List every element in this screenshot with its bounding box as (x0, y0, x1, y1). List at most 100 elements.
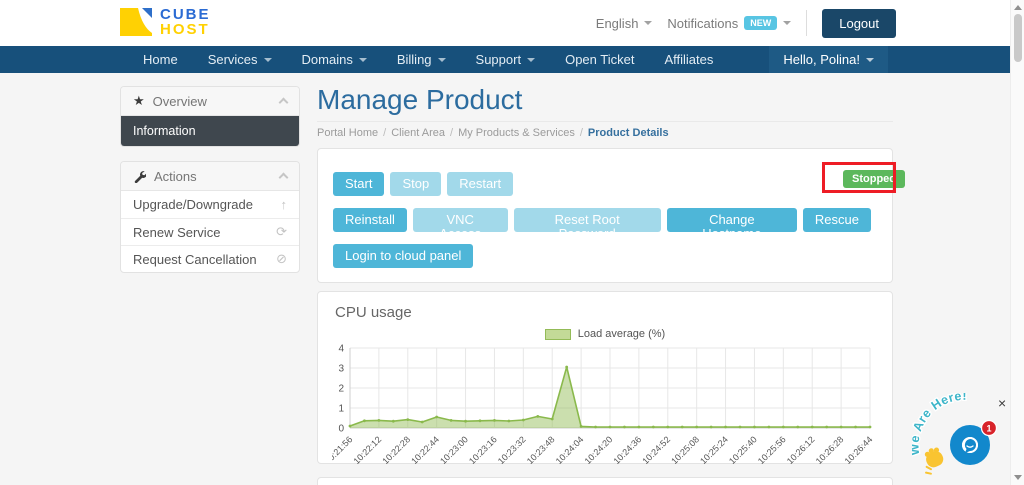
nav-item-domains[interactable]: Domains (287, 46, 382, 73)
nav-item-open-ticket[interactable]: Open Ticket (550, 46, 649, 73)
restart-button[interactable]: Restart (447, 172, 513, 196)
svg-text:10:22:28: 10:22:28 (380, 434, 412, 464)
svg-text:10:25:56: 10:25:56 (756, 434, 788, 464)
cubehost-logo[interactable]: CUBE HOST (118, 6, 211, 38)
sidebar-item-upgrade-downgrade[interactable]: Upgrade/Downgrade ↑ (121, 191, 299, 218)
logo-text: CUBE HOST (160, 7, 211, 37)
title-divider (317, 121, 893, 122)
svg-text:10:25:24: 10:25:24 (698, 434, 730, 464)
wrench-icon (133, 170, 146, 183)
notifications-dropdown[interactable]: Notifications NEW (667, 16, 791, 31)
language-dropdown[interactable]: English (596, 16, 653, 31)
new-badge: NEW (744, 16, 777, 30)
vertical-scrollbar[interactable] (1010, 0, 1024, 485)
logout-button[interactable]: Logout (822, 9, 896, 38)
svg-text:10:26:12: 10:26:12 (785, 434, 817, 464)
reset-root-password-button[interactable]: Reset Root Password (514, 208, 661, 232)
action-label: Upgrade/Downgrade (133, 197, 253, 212)
notifications-label: Notifications (667, 16, 738, 31)
logo-word-cube: CUBE (160, 7, 211, 22)
svg-text:2: 2 (338, 384, 344, 395)
svg-text:10:26:28: 10:26:28 (814, 434, 846, 464)
breadcrumb: Portal Home/Client Area/My Products & Se… (317, 127, 669, 139)
chevron-down-icon (866, 58, 874, 62)
header-right-controls: English Notifications NEW Logout (596, 0, 896, 46)
svg-text:10:23:16: 10:23:16 (467, 434, 499, 464)
chevron-down-icon (359, 58, 367, 62)
action-items: Upgrade/Downgrade ↑ Renew Service⟳Request … (121, 191, 299, 272)
chat-close-icon[interactable]: × (998, 396, 1006, 410)
star-icon: ★ (133, 93, 145, 109)
nav-item-billing[interactable]: Billing (382, 46, 461, 73)
svg-text:10:23:48: 10:23:48 (525, 434, 557, 464)
product-controls-panel: StartStopRestart ReinstallVNC AccessReset… (317, 148, 893, 283)
chevron-down-icon (644, 21, 652, 25)
user-greeting-dropdown[interactable]: Hello, Polina! (769, 46, 888, 73)
actions-title: Actions (154, 169, 197, 184)
rescue-button[interactable]: Rescue (803, 208, 871, 232)
overview-panel: ★ Overview Information (120, 86, 300, 147)
svg-text:10:24:36: 10:24:36 (611, 434, 643, 464)
action-label: Renew Service (133, 225, 220, 240)
start-button[interactable]: Start (333, 172, 384, 196)
cpu-usage-title: CPU usage (335, 304, 412, 321)
sidebar-item-renew-service[interactable]: Renew Service⟳ (121, 218, 299, 245)
stop-button[interactable]: Stop (390, 172, 441, 196)
chat-bubble-icon (956, 431, 984, 459)
breadcrumb-product-details: Product Details (588, 127, 669, 139)
change-hostname-button[interactable]: Change Hostname (667, 208, 797, 232)
svg-text:10:25:08: 10:25:08 (669, 434, 701, 464)
actions-panel-header[interactable]: Actions (121, 162, 299, 191)
svg-text:10:26:44: 10:26:44 (843, 434, 875, 464)
overview-panel-header[interactable]: ★ Overview (121, 87, 299, 116)
svg-text:10:25:40: 10:25:40 (727, 434, 759, 464)
svg-text:10:24:20: 10:24:20 (583, 434, 615, 464)
breadcrumb-portal-home[interactable]: Portal Home (317, 127, 378, 139)
vnc-access-button[interactable]: VNC Access (413, 208, 508, 232)
svg-text:0: 0 (338, 424, 344, 435)
nav-item-support[interactable]: Support (461, 46, 551, 73)
chevron-down-icon (438, 58, 446, 62)
breadcrumb-separator: / (450, 127, 453, 139)
overview-title: Overview (153, 94, 207, 109)
greeting-label: Hello, Polina! (783, 52, 860, 67)
button-row: Login to cloud panel (333, 244, 877, 268)
sidebar: ★ Overview Information Actions Upgrade/D… (120, 86, 300, 287)
svg-text:10:24:52: 10:24:52 (640, 434, 672, 464)
top-header: CUBE HOST English Notifications NEW Logo… (0, 0, 1024, 46)
breadcrumb-my-products-services[interactable]: My Products & Services (458, 127, 575, 139)
live-chat-widget[interactable]: 1 We Are Here! × (912, 393, 1012, 481)
svg-text:10:23:00: 10:23:00 (438, 434, 470, 464)
main-navbar: HomeServicesDomainsBillingSupportOpen Ti… (0, 46, 1024, 73)
nav-item-services[interactable]: Services (193, 46, 287, 73)
nav-item-affiliates[interactable]: Affiliates (649, 46, 728, 73)
legend-swatch-icon (545, 329, 571, 340)
ban-icon: ⊘ (276, 251, 287, 267)
sidebar-item-request-cancellation[interactable]: Request Cancellation⊘ (121, 245, 299, 272)
chevron-down-icon (264, 58, 272, 62)
page-title: Manage Product (317, 84, 522, 116)
nav-item-home[interactable]: Home (128, 46, 193, 73)
scrollbar-thumb[interactable] (1014, 14, 1022, 62)
sidebar-item-information[interactable]: Information (121, 116, 299, 146)
button-row: StartStopRestart (333, 172, 877, 196)
chevron-down-icon (527, 58, 535, 62)
chat-notification-badge: 1 (982, 421, 997, 436)
reinstall-button[interactable]: Reinstall (333, 208, 407, 232)
nav-items: HomeServicesDomainsBillingSupportOpen Ti… (128, 46, 728, 73)
next-panel-partial (317, 477, 893, 485)
breadcrumb-client-area[interactable]: Client Area (391, 127, 445, 139)
logo-word-host: HOST (160, 22, 211, 37)
chat-widget-graphic: 1 We Are Here! (912, 393, 1012, 481)
chart-legend: Load average (%) (318, 328, 892, 340)
arrow-up-icon: ↑ (281, 197, 288, 212)
scrollbar-down-arrow-icon[interactable] (1014, 475, 1022, 480)
waving-hand-icon (918, 445, 948, 475)
control-button-rows: StartStopRestart ReinstallVNC AccessReset… (333, 172, 877, 268)
login-to-cloud-panel-button[interactable]: Login to cloud panel (333, 244, 473, 268)
cpu-usage-panel: CPU usage Load average (%) 0123410:21:56… (317, 291, 893, 464)
svg-text:10:22:44: 10:22:44 (409, 434, 441, 464)
svg-text:10:23:32: 10:23:32 (496, 434, 528, 464)
scrollbar-up-arrow-icon[interactable] (1014, 5, 1022, 10)
svg-text:4: 4 (338, 344, 344, 355)
